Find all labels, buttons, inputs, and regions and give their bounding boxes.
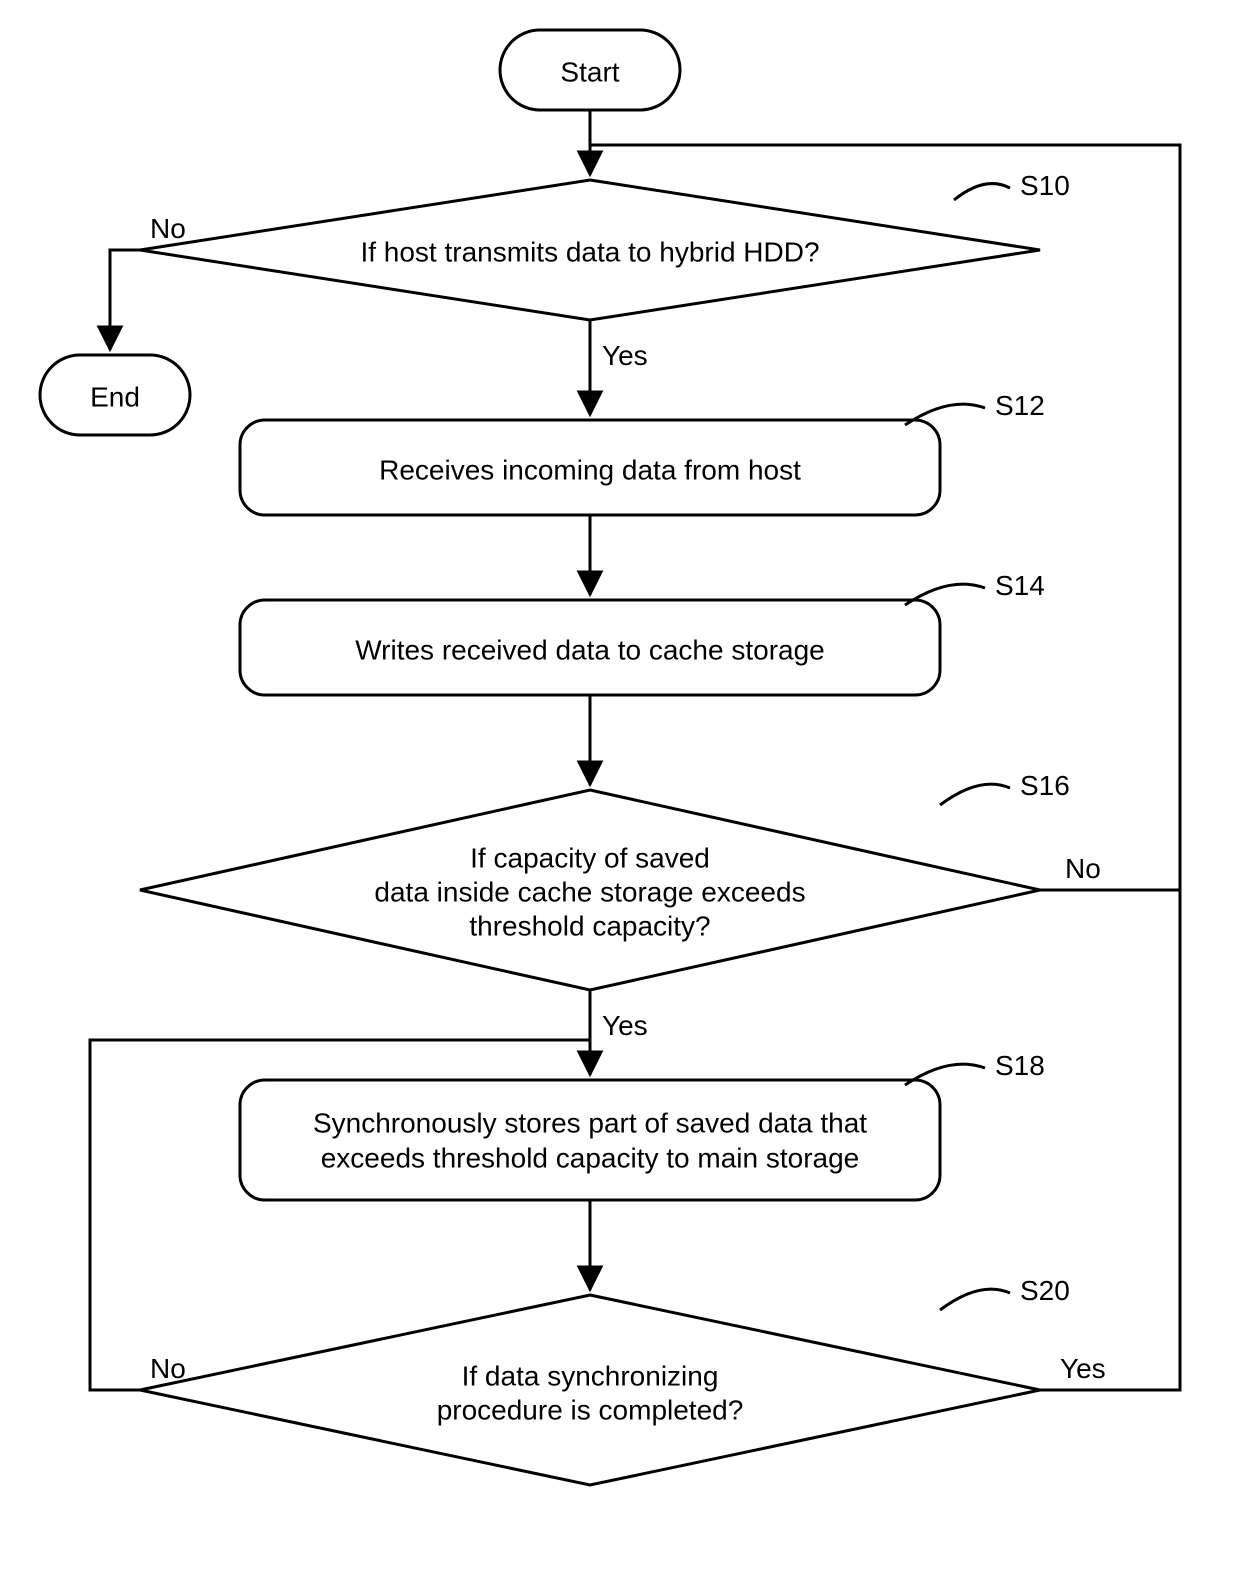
svg-text:S20: S20: [1020, 1275, 1070, 1306]
label-s20-yes: Yes: [1060, 1353, 1106, 1384]
tag-s12: S12: [905, 390, 1045, 425]
svg-text:S14: S14: [995, 570, 1045, 601]
tag-s18: S18: [905, 1050, 1045, 1085]
label-s16-yes: Yes: [602, 1010, 648, 1041]
s16-l1: If capacity of saved: [470, 842, 710, 873]
node-s10: If host transmits data to hybrid HDD?: [140, 180, 1040, 320]
s16-l3: threshold capacity?: [469, 910, 710, 941]
tag-s10: S10: [954, 170, 1070, 201]
edge-s20-yes: [1040, 890, 1180, 1390]
s16-l2: data inside cache storage exceeds: [374, 876, 805, 907]
node-end: End: [40, 355, 190, 435]
node-s14: Writes received data to cache storage: [240, 600, 940, 695]
svg-text:S10: S10: [1020, 170, 1070, 201]
svg-text:S16: S16: [1020, 770, 1070, 801]
label-s10-yes: Yes: [602, 340, 648, 371]
edge-s10-no: [110, 250, 140, 350]
node-s20: If data synchronizing procedure is compl…: [140, 1295, 1040, 1485]
svg-text:S18: S18: [995, 1050, 1045, 1081]
tag-s16: S16: [940, 770, 1070, 805]
tag-s14: S14: [905, 570, 1045, 605]
s10-text: If host transmits data to hybrid HDD?: [360, 236, 819, 267]
s18-l1: Synchronously stores part of saved data …: [313, 1107, 867, 1138]
node-s16: If capacity of saved data inside cache s…: [140, 790, 1040, 990]
s20-l2: procedure is completed?: [437, 1394, 744, 1425]
label-s10-no: No: [150, 213, 186, 244]
tag-s20: S20: [940, 1275, 1070, 1310]
flowchart-canvas: Start If host transmits data to hybrid H…: [0, 0, 1240, 1579]
end-label: End: [90, 381, 140, 412]
node-s18: Synchronously stores part of saved data …: [240, 1080, 940, 1200]
s12-text: Receives incoming data from host: [379, 454, 801, 485]
svg-text:S12: S12: [995, 390, 1045, 421]
s20-l1: If data synchronizing: [462, 1360, 719, 1391]
s14-text: Writes received data to cache storage: [355, 634, 825, 665]
label-s20-no: No: [150, 1353, 186, 1384]
node-start: Start: [500, 30, 680, 110]
s18-l2: exceeds threshold capacity to main stora…: [321, 1142, 860, 1173]
node-s12: Receives incoming data from host: [240, 420, 940, 515]
label-s16-no: No: [1065, 853, 1101, 884]
start-label: Start: [560, 56, 619, 87]
